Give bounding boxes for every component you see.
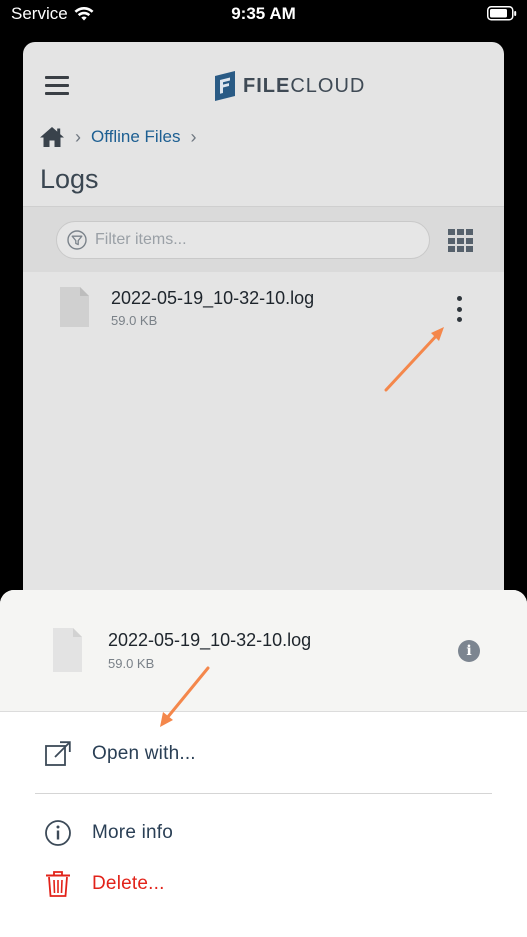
breadcrumb-separator-icon: › [75, 126, 81, 147]
sheet-file-size: 59.0 KB [108, 656, 155, 671]
trash-icon [46, 871, 70, 897]
info-icon [45, 820, 71, 846]
sheet-file-name: 2022-05-19_10-32-10.log [108, 630, 312, 650]
more-options-icon[interactable] [449, 294, 469, 324]
file-size: 59.0 KB [111, 313, 158, 328]
filecloud-logo: FILECLOUD [213, 70, 365, 102]
home-icon[interactable] [39, 126, 65, 148]
breadcrumb-separator-icon: › [190, 126, 197, 147]
more-info-button[interactable]: More info [0, 809, 527, 857]
filter-icon [67, 230, 87, 250]
delete-button[interactable]: Delete... [0, 860, 527, 908]
divider [35, 793, 492, 794]
annotation-arrow-icon [160, 666, 210, 727]
breadcrumb: › Offline Files › [39, 126, 196, 148]
action-sheet: 2022-05-19_10-32-10.log 59.0 KB i Open w… [0, 590, 527, 937]
filecloud-logo-text: FILECLOUD [243, 74, 366, 97]
file-icon [53, 628, 82, 672]
open-with-label: Open with... [92, 743, 196, 764]
file-icon [60, 287, 89, 327]
breadcrumb-offline-files[interactable]: Offline Files [91, 127, 180, 147]
filter-toolbar: Filter items... [23, 206, 504, 272]
status-time: 9:35 AM [231, 4, 296, 23]
file-name: 2022-05-19_10-32-10.log [111, 288, 315, 308]
annotation-arrow-icon [384, 327, 444, 392]
file-info-icon[interactable]: i [458, 640, 480, 662]
filecloud-logo-icon [215, 71, 235, 101]
filter-input[interactable]: Filter items... [56, 221, 430, 259]
more-info-label: More info [92, 822, 174, 843]
delete-label: Delete... [92, 873, 165, 894]
open-external-icon [45, 741, 71, 766]
status-bar: Service 9:35 AM [0, 0, 527, 30]
page-title: Logs [40, 164, 99, 194]
battery-icon [487, 6, 517, 26]
open-with-button[interactable]: Open with... [0, 730, 527, 778]
grid-view-icon[interactable] [448, 229, 474, 253]
hamburger-menu-icon[interactable] [45, 76, 71, 98]
action-sheet-header: 2022-05-19_10-32-10.log 59.0 KB i [0, 590, 527, 712]
filter-placeholder: Filter items... [95, 231, 187, 248]
